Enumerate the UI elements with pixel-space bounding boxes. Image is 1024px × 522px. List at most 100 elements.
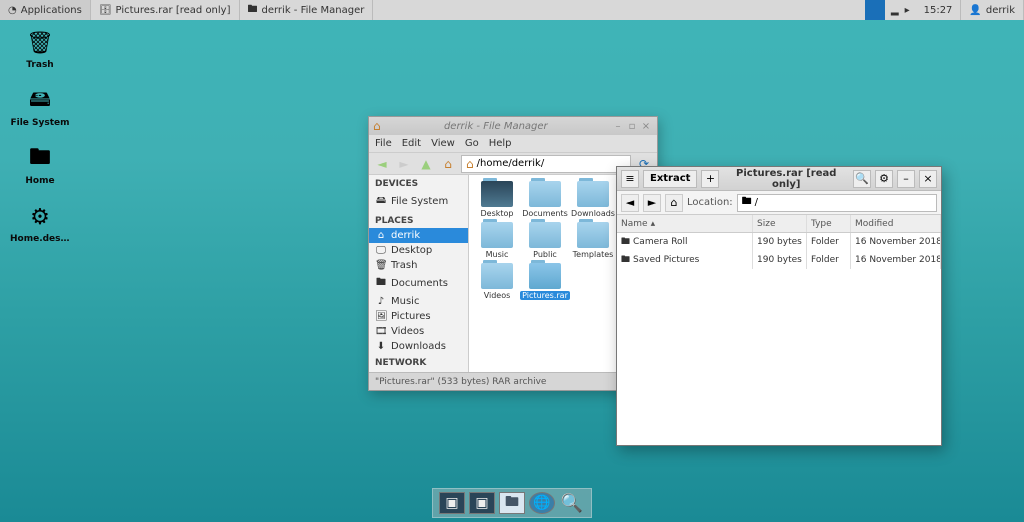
sidebar-item-label: Pictures	[391, 311, 431, 322]
am-home-button[interactable]: ⌂	[665, 194, 683, 212]
am-forward-button[interactable]: ►	[643, 194, 661, 212]
desktop-icons: 🗑Trash 🖴File System 🖿 Home ⚙Home.deskt…	[10, 28, 70, 244]
sidebar-item-label: Music	[391, 296, 419, 307]
up-button[interactable]	[417, 155, 435, 173]
am-menu-button[interactable]: ≡	[621, 170, 639, 188]
sidebar-item-music[interactable]: ♪Music	[369, 294, 468, 309]
row-modified: 16 November 2018,…	[851, 251, 941, 269]
desktop-icon-label: Home	[25, 176, 54, 186]
sidebar-icon: 🖼	[375, 311, 387, 322]
fm-item-videos[interactable]: Videos	[475, 263, 519, 300]
taskbar-item-pictures[interactable]: 🗄 Pictures.rar [read only]	[91, 0, 240, 20]
home-icon: 🖿	[22, 144, 58, 174]
col-type[interactable]: Type	[807, 215, 851, 232]
sidebar-icon: 🖵	[375, 245, 387, 256]
forward-button[interactable]	[395, 155, 413, 173]
am-back-button[interactable]: ◄	[621, 194, 639, 212]
settings-button[interactable]: ⚙	[875, 170, 893, 188]
fm-item-downloads[interactable]: Downloads	[571, 181, 615, 218]
sidebar-item-file-system[interactable]: 🖴File System	[369, 191, 468, 212]
user-menu[interactable]: 👤 derrik	[961, 0, 1024, 20]
fm-item-label: Templates	[573, 250, 614, 259]
dock-web-browser[interactable]: 🌐	[529, 492, 555, 514]
archive-row[interactable]: 🖿Saved Pictures190 bytesFolder16 Novembe…	[617, 251, 941, 269]
fm-item-music[interactable]: Music	[475, 222, 519, 259]
col-modified[interactable]: Modified	[851, 215, 941, 232]
dock-search[interactable]: 🔍	[559, 492, 585, 514]
desktop-icon-filesystem[interactable]: 🖴File System	[10, 86, 70, 128]
am-list: Name ▴ Size Type Modified 🖿Camera Roll19…	[617, 215, 941, 445]
sidebar-icon: 🎞	[375, 326, 387, 337]
menu-edit[interactable]: Edit	[402, 138, 421, 149]
sidebar-item-pictures[interactable]: 🖼 Pictures	[369, 309, 468, 324]
path-input[interactable]: /home/derrik/	[461, 155, 631, 173]
homedeskt-icon: ⚙	[22, 202, 58, 232]
menu-file[interactable]: File	[375, 138, 392, 149]
menu-go[interactable]: Go	[465, 138, 479, 149]
sidebar-item-label: Documents	[391, 278, 448, 289]
sidebar-item-derrik[interactable]: ⌂ derrik	[369, 228, 468, 243]
archive-row[interactable]: 🖿Camera Roll190 bytesFolder16 November 2…	[617, 233, 941, 251]
folder-icon	[529, 222, 561, 248]
back-button[interactable]	[373, 155, 391, 173]
location-input[interactable]: 🖿 /	[737, 194, 937, 212]
desktop-icon-trash[interactable]: 🗑Trash	[10, 28, 70, 70]
sidebar-icon: 🖿	[375, 275, 387, 292]
am-column-headers[interactable]: Name ▴ Size Type Modified	[617, 215, 941, 233]
col-name[interactable]: Name ▴	[617, 215, 753, 232]
am-titlebar[interactable]: ≡ Extract + Pictures.rar [read only] 🔍 ⚙…	[617, 167, 941, 191]
folder-icon: 🖿	[248, 2, 258, 19]
menu-view[interactable]: View	[431, 138, 455, 149]
am-minimize-button[interactable]: –	[897, 170, 915, 188]
archive-manager-window: ≡ Extract + Pictures.rar [read only] 🔍 ⚙…	[616, 166, 942, 446]
add-button[interactable]: +	[701, 170, 719, 188]
fm-item-desktop[interactable]: Desktop	[475, 181, 519, 218]
applications-label: Applications	[21, 5, 82, 16]
dock-terminal2[interactable]: ▣	[469, 492, 495, 514]
applications-menu[interactable]: ◔ Applications	[0, 0, 91, 20]
sidebar-icon: ⬇	[375, 341, 387, 352]
filesystem-icon: 🖴	[22, 86, 58, 116]
fm-titlebar[interactable]: derrik - File Manager – ▫ ×	[369, 117, 657, 135]
extract-button[interactable]: Extract	[643, 170, 697, 188]
network-icon[interactable]: ▂	[891, 5, 899, 16]
clock[interactable]: 15:27	[916, 0, 962, 20]
am-title: Pictures.rar [read only]	[723, 168, 849, 190]
sidebar-item-label: Downloads	[391, 341, 446, 352]
home-button[interactable]	[439, 155, 457, 173]
sidebar-icon: 🗑	[375, 260, 387, 271]
sidebar-item-downloads[interactable]: ⬇ Downloads	[369, 339, 468, 354]
maximize-button[interactable]: ▫	[625, 121, 639, 132]
dock-terminal[interactable]: ▣	[439, 492, 465, 514]
col-size[interactable]: Size	[753, 215, 807, 232]
am-close-button[interactable]: ×	[919, 170, 937, 188]
fm-item-pictures-rar[interactable]: Pictures.rar	[523, 263, 567, 300]
sidebar-icon: ⌂	[375, 230, 387, 241]
fm-item-templates[interactable]: Templates	[571, 222, 615, 259]
tray-icons: ▂ ▸	[885, 0, 916, 20]
desktop-icon-home[interactable]: 🖿 Home	[10, 144, 70, 186]
sidebar-item-label: derrik	[391, 230, 420, 241]
user-icon: 👤	[969, 5, 981, 16]
path-home-icon	[466, 157, 474, 171]
fm-item-public[interactable]: Public	[523, 222, 567, 259]
menu-help[interactable]: Help	[489, 138, 512, 149]
close-button[interactable]: ×	[639, 121, 653, 132]
taskbar-item-filemanager[interactable]: 🖿 derrik - File Manager	[240, 0, 374, 20]
row-size: 190 bytes	[753, 233, 807, 251]
sidebar-item-trash[interactable]: 🗑Trash	[369, 258, 468, 273]
workspace-switcher[interactable]	[865, 0, 885, 20]
sidebar-item-videos[interactable]: 🎞Videos	[369, 324, 468, 339]
fm-title: derrik - File Manager	[381, 121, 611, 132]
folder-icon	[481, 263, 513, 289]
search-button[interactable]: 🔍	[853, 170, 871, 188]
desktop-icon-homedeskt[interactable]: ⚙Home.deskt…	[10, 202, 70, 244]
dock-filemanager[interactable]: 🖿	[499, 492, 525, 514]
file-manager-window: derrik - File Manager – ▫ × File Edit View…	[368, 116, 658, 391]
minimize-button[interactable]: –	[611, 121, 625, 132]
audio-icon[interactable]: ▸	[905, 5, 910, 16]
sidebar-item-documents[interactable]: 🖿 Documents	[369, 273, 468, 294]
user-label: derrik	[986, 5, 1015, 16]
fm-item-documents[interactable]: Documents	[523, 181, 567, 218]
sidebar-item-desktop[interactable]: 🖵Desktop	[369, 243, 468, 258]
